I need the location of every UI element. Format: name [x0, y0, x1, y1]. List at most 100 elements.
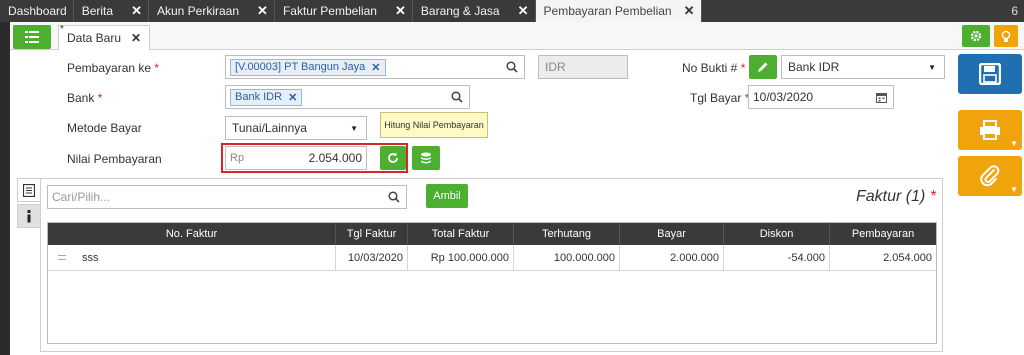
tab-berita[interactable]: Berita ✕: [74, 0, 149, 22]
calendar-icon[interactable]: [876, 92, 887, 103]
cell-diskon: -54.000: [724, 245, 830, 271]
cell-bayar: 2.000.000: [620, 245, 724, 271]
search-icon[interactable]: [388, 191, 400, 203]
gear-icon: [970, 30, 982, 42]
tab-faktur-pembelian[interactable]: Faktur Pembelian ✕: [275, 0, 413, 22]
chevron-down-icon: ▼: [1010, 185, 1018, 194]
cell-tgl-faktur: 10/03/2020: [336, 245, 408, 271]
remove-icon[interactable]: ✕: [371, 61, 380, 74]
label-text: Tgl Bayar: [690, 91, 742, 105]
tab-label: Dashboard: [8, 4, 67, 18]
bank-chip-label: Bank IDR: [235, 91, 283, 103]
no-bukti-label: No Bukti # *: [682, 61, 745, 75]
database-button[interactable]: [412, 146, 440, 170]
no-bukti-select[interactable]: Bank IDR ▼: [781, 55, 945, 79]
currency-field: IDR: [538, 55, 628, 79]
label-text: Bank: [67, 91, 95, 105]
bank-label: Bank *: [67, 91, 102, 105]
pembayaran-ke-field[interactable]: [V.00003] PT Bangun Jaya ✕: [225, 55, 525, 79]
vendor-chip-label: [V.00003] PT Bangun Jaya: [235, 61, 366, 73]
tooltip: Hitung Nilai Pembayaran: [380, 112, 488, 138]
tab-count: 6: [1011, 4, 1018, 18]
column-header-terhutang[interactable]: Terhutang: [514, 223, 620, 245]
tab-detail-list[interactable]: [17, 178, 41, 202]
label-text: Pembayaran ke: [67, 61, 152, 75]
print-button[interactable]: ▼: [958, 110, 1022, 150]
paperclip-icon: [980, 165, 1000, 187]
list-icon: [25, 31, 39, 43]
table-row[interactable]: sss 10/03/2020 Rp 100.000.000 100.000.00…: [48, 245, 936, 271]
column-header-tgl-faktur[interactable]: Tgl Faktur: [336, 223, 408, 245]
tips-button[interactable]: [994, 25, 1018, 47]
column-header-no-faktur[interactable]: No. Faktur: [48, 223, 336, 245]
tab-label: Faktur Pembelian: [282, 4, 377, 18]
amount-value: 2.054.000: [308, 151, 362, 165]
dropdown-arrow-icon: ▼: [350, 124, 358, 133]
tgl-bayar-label: Tgl Bayar *: [690, 91, 749, 105]
tab-dashboard[interactable]: Dashboard: [0, 0, 74, 22]
date-value: 10/03/2020: [753, 90, 814, 104]
pembayaran-ke-label: Pembayaran ke *: [67, 61, 159, 75]
bank-field[interactable]: Bank IDR ✕: [225, 85, 470, 109]
nilai-pembayaran-input[interactable]: Rp 2.054.000: [225, 146, 367, 170]
close-icon[interactable]: ✕: [395, 3, 406, 19]
tab-label: Pembayaran Pembelian: [543, 4, 672, 18]
tab-label: Akun Perkiraan: [156, 4, 240, 18]
faktur-table: No. Faktur Tgl Faktur Total Faktur Terhu…: [47, 222, 937, 344]
printer-icon: [980, 120, 1000, 140]
tab-data-baru[interactable]: * Data Baru ✕: [58, 24, 151, 50]
nilai-pembayaran-label: Nilai Pembayaran: [67, 152, 162, 166]
tab-pembayaran-pembelian[interactable]: Pembayaran Pembelian ✕: [535, 0, 702, 22]
ambil-button[interactable]: Ambil: [426, 184, 468, 208]
close-icon[interactable]: ✕: [131, 31, 141, 45]
column-header-bayar[interactable]: Bayar: [620, 223, 724, 245]
calculate-payment-button[interactable]: [380, 146, 406, 170]
close-icon[interactable]: ✕: [257, 3, 268, 19]
search-icon[interactable]: [451, 91, 463, 103]
left-strip: [0, 22, 10, 355]
tab-barang-jasa[interactable]: Barang & Jasa ✕: [413, 0, 536, 22]
tgl-bayar-field[interactable]: 10/03/2020: [748, 85, 894, 109]
cell-terhutang: 100.000.000: [514, 245, 620, 271]
table-header: No. Faktur Tgl Faktur Total Faktur Terhu…: [48, 223, 936, 245]
tab-info[interactable]: [17, 204, 41, 228]
selected-value: Tunai/Lainnya: [232, 121, 307, 135]
faktur-title-text: Faktur (1): [856, 188, 926, 205]
close-icon[interactable]: ✕: [518, 3, 529, 19]
sub-tab-bar: * Data Baru ✕: [10, 22, 1024, 50]
label-text: No Bukti #: [682, 61, 738, 75]
column-header-pembayaran[interactable]: Pembayaran: [830, 223, 936, 245]
list-button[interactable]: [13, 25, 51, 49]
required-mark: *: [97, 91, 103, 105]
tab-label: Barang & Jasa: [420, 4, 500, 18]
metode-bayar-label: Metode Bayar: [67, 121, 142, 135]
metode-bayar-select[interactable]: Tunai/Lainnya ▼: [225, 116, 367, 140]
faktur-search-input[interactable]: Cari/Pilih...: [47, 185, 407, 209]
settings-button[interactable]: [962, 25, 990, 47]
refresh-icon: [388, 152, 398, 163]
close-icon[interactable]: ✕: [684, 3, 695, 19]
floppy-icon: [979, 63, 1001, 85]
cell-text: sss: [82, 252, 99, 264]
cell-total-faktur: Rp 100.000.000: [408, 245, 514, 271]
vendor-chip: [V.00003] PT Bangun Jaya ✕: [230, 58, 386, 76]
cell-pembayaran: 2.054.000: [883, 252, 932, 264]
close-icon[interactable]: ✕: [131, 3, 142, 19]
chevron-down-icon: ▼: [1010, 139, 1018, 148]
unsaved-marker: *: [60, 24, 64, 35]
column-header-diskon[interactable]: Diskon: [724, 223, 830, 245]
required-mark: *: [929, 188, 937, 205]
drag-handle-icon[interactable]: [58, 255, 66, 260]
attach-button[interactable]: ▼: [958, 156, 1022, 196]
tab-akun-perkiraan[interactable]: Akun Perkiraan ✕: [149, 0, 275, 22]
tab-label: Berita: [81, 4, 114, 18]
remove-icon[interactable]: ✕: [288, 91, 297, 104]
search-icon[interactable]: [506, 61, 518, 73]
save-button[interactable]: [958, 54, 1022, 94]
database-icon: [421, 152, 431, 164]
search-placeholder: Cari/Pilih...: [52, 190, 111, 204]
edit-number-button[interactable]: [749, 55, 777, 79]
lightbulb-icon: [1001, 30, 1011, 42]
column-header-total-faktur[interactable]: Total Faktur: [408, 223, 514, 245]
list-icon: [23, 183, 35, 197]
